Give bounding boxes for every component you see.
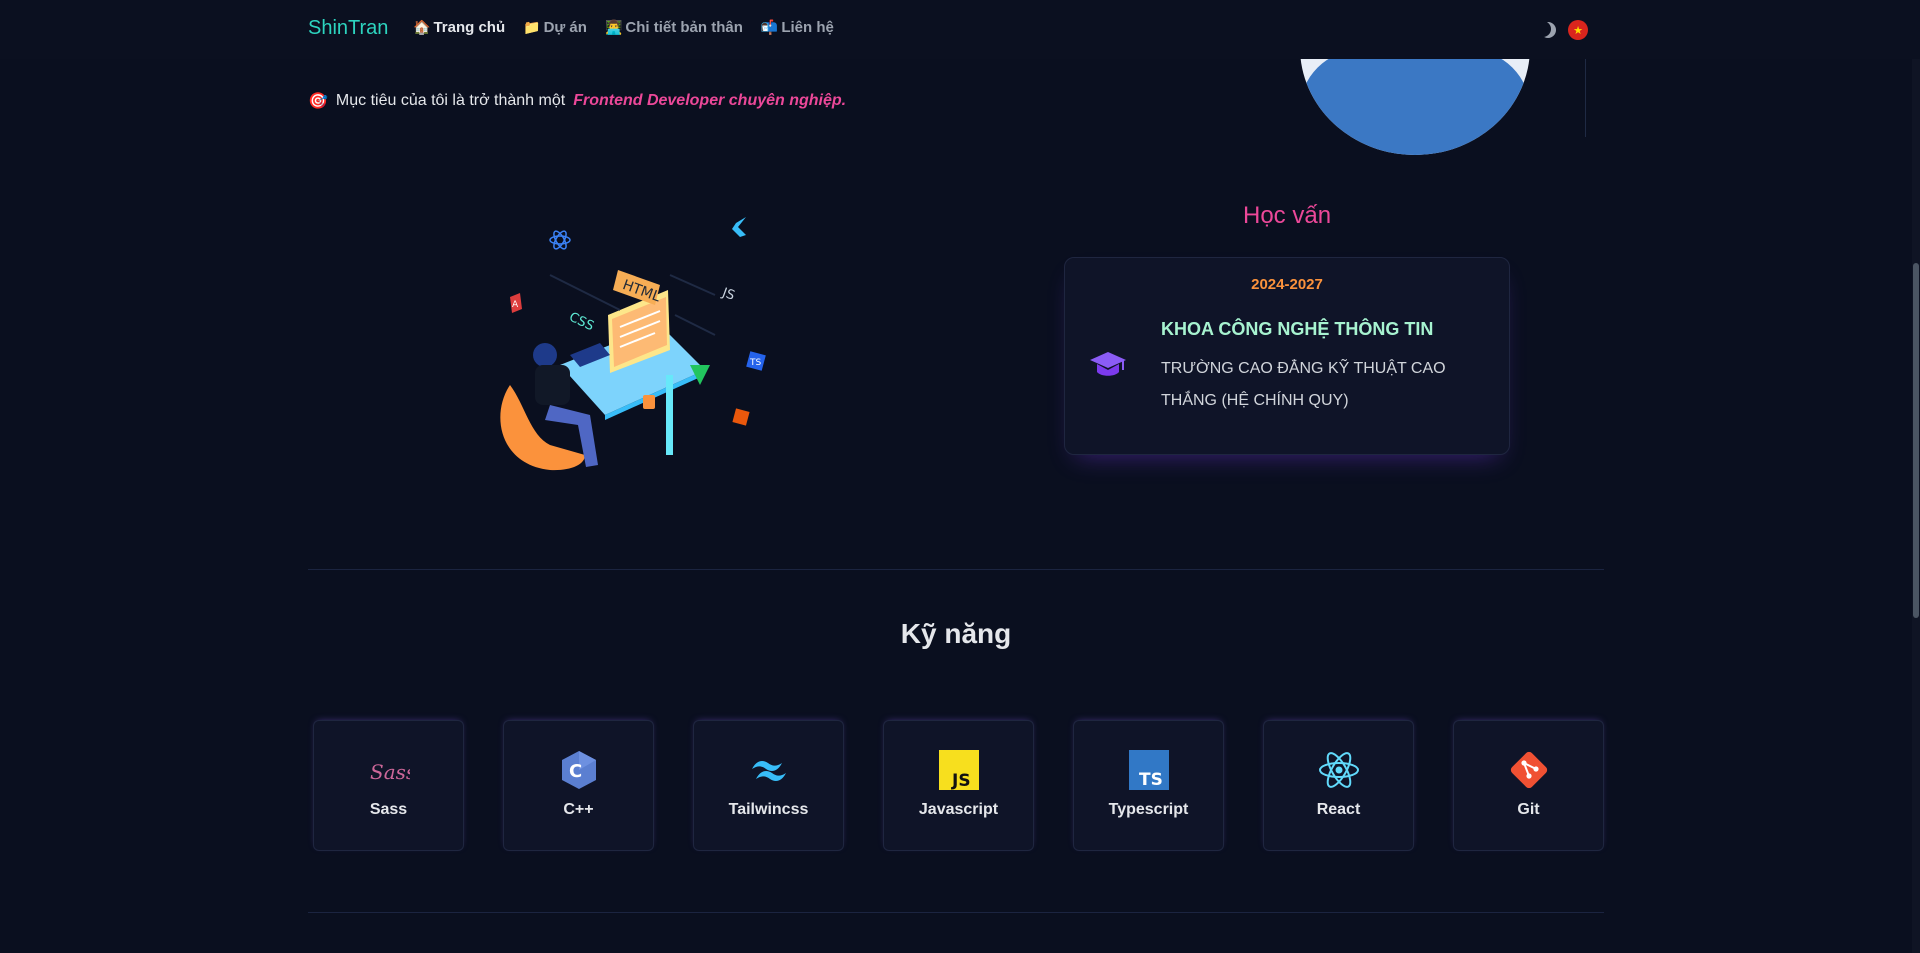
section-divider bbox=[308, 569, 1604, 570]
career-goal: 🎯 Mục tiêu của tôi là trở thành một Fron… bbox=[308, 91, 846, 111]
target-icon: 🎯 bbox=[308, 93, 328, 110]
skill-name: Tailwincss bbox=[728, 801, 809, 818]
nav-projects[interactable]: 📁 Dự án bbox=[523, 19, 587, 36]
education-year: 2024-2027 bbox=[1251, 276, 1323, 293]
education-card: 2024-2027 KHOA CÔNG NGHỆ THÔNG TIN TRƯỜN… bbox=[1064, 257, 1510, 455]
skill-card-tailwind[interactable]: Tailwincss bbox=[693, 720, 844, 851]
svg-text:TS: TS bbox=[749, 358, 761, 368]
skill-card-javascript[interactable]: JS Javascript bbox=[883, 720, 1034, 851]
skill-name: C++ bbox=[563, 801, 594, 818]
developer-illustration: HTML CSS JS TS A bbox=[500, 217, 766, 471]
nav-contact-label: Liên hệ bbox=[781, 19, 834, 36]
tailwind-icon bbox=[751, 761, 786, 781]
skill-name: Sass bbox=[369, 801, 408, 818]
skill-name: Typescript bbox=[1108, 801, 1189, 818]
graduation-cap-icon bbox=[1089, 350, 1127, 388]
svg-text:C: C bbox=[569, 761, 582, 782]
education-heading: Học vấn bbox=[1243, 202, 1332, 229]
nav-actions: ★ bbox=[1540, 20, 1588, 40]
svg-text:Sass: Sass bbox=[370, 760, 410, 784]
cpp-icon: C bbox=[561, 751, 596, 789]
skill-name: Javascript bbox=[918, 801, 999, 818]
git-icon bbox=[1510, 751, 1547, 789]
nav-contact[interactable]: 📬 Liên hệ bbox=[761, 19, 834, 36]
angular-icon: A bbox=[510, 293, 522, 313]
page-scrollbar-thumb[interactable] bbox=[1913, 263, 1919, 618]
skill-card-cpp[interactable]: C C++ bbox=[503, 720, 654, 851]
sass-icon: Sass bbox=[370, 760, 410, 784]
nav-about-label: Chi tiết bản thân bbox=[625, 19, 743, 36]
swift-icon bbox=[732, 408, 750, 426]
goal-highlight: Frontend Developer chuyên nghiệp. bbox=[573, 92, 847, 109]
skill-card-typescript[interactable]: TS Typescript bbox=[1073, 720, 1224, 851]
dark-mode-toggle-icon[interactable] bbox=[1540, 22, 1556, 38]
skills-heading: Kỹ năng bbox=[900, 618, 1012, 649]
react-small-icon bbox=[549, 230, 571, 250]
js-label: JS bbox=[719, 285, 736, 304]
skill-card-git[interactable]: Git bbox=[1453, 720, 1604, 851]
top-navbar: ShinTran 🏠 Trang chủ 📁 Dự án 👨‍💻 Chi tiế… bbox=[0, 0, 1920, 59]
nav-projects-label: Dự án bbox=[543, 19, 587, 36]
nav-home[interactable]: 🏠 Trang chủ bbox=[413, 19, 505, 36]
skill-card-sass[interactable]: Sass Sass bbox=[313, 720, 464, 851]
brand-logo[interactable]: ShinTran bbox=[308, 17, 388, 40]
section-divider bbox=[308, 912, 1604, 913]
svg-text:TS: TS bbox=[1139, 770, 1163, 790]
css-label: CSS bbox=[567, 310, 597, 334]
mailbox-icon: 📬 bbox=[760, 19, 779, 35]
svg-text:A: A bbox=[512, 300, 519, 310]
nav-links: 🏠 Trang chủ 📁 Dự án 👨‍💻 Chi tiết bản thâ… bbox=[413, 19, 834, 36]
flutter-icon bbox=[732, 217, 746, 237]
html-tag-icon: HTML bbox=[613, 270, 663, 306]
goal-text: Mục tiêu của tôi là trở thành một bbox=[335, 92, 566, 109]
folder-icon: 📁 bbox=[523, 19, 541, 35]
nav-about[interactable]: 👨‍💻 Chi tiết bản thân bbox=[605, 19, 743, 36]
vietnam-flag-icon[interactable]: ★ bbox=[1568, 20, 1588, 40]
typescript-icon: TS bbox=[1128, 750, 1169, 790]
home-icon: 🏠 bbox=[413, 19, 431, 35]
typescript-small-icon: TS bbox=[746, 351, 766, 371]
education-faculty: KHOA CÔNG NGHỆ THÔNG TIN bbox=[1161, 319, 1434, 339]
javascript-icon: JS bbox=[938, 750, 979, 791]
svg-text:JS: JS bbox=[951, 771, 971, 791]
skill-name: Git bbox=[1517, 801, 1540, 818]
nav-home-label: Trang chủ bbox=[433, 19, 506, 36]
developer-icon: 👨‍💻 bbox=[604, 19, 623, 35]
education-school: TRƯỜNG CAO ĐẲNG KỸ THUẬT CAO THẮNG (HỆ C… bbox=[1161, 360, 1446, 409]
skill-card-react[interactable]: React bbox=[1263, 720, 1414, 851]
avatar-divider bbox=[1585, 59, 1586, 137]
skill-name: React bbox=[1316, 801, 1361, 818]
react-icon bbox=[1318, 752, 1359, 788]
